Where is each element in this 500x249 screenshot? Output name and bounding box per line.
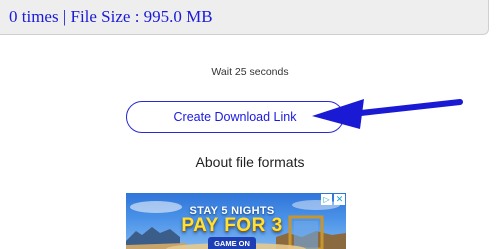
about-file-formats-link[interactable]: About file formats xyxy=(0,154,500,170)
ad-cta-button[interactable]: GAME ON xyxy=(208,237,256,249)
wait-countdown-text: Wait 25 seconds xyxy=(211,66,289,78)
adchoices-icon[interactable]: ▷ xyxy=(321,194,332,205)
pointer-arrow-icon xyxy=(312,99,463,129)
page: 0 times | File Size : 995.0 MB Wait 25 s… xyxy=(0,0,500,249)
ad-headline-line2: PAY FOR 3 xyxy=(181,215,283,236)
file-info-text: 0 times | File Size : 995.0 MB xyxy=(9,7,213,26)
file-info-bar: 0 times | File Size : 995.0 MB xyxy=(0,0,489,35)
close-icon[interactable]: ✕ xyxy=(334,194,345,205)
advertisement-banner[interactable]: STAY 5 NIGHTS PAY FOR 3 GAME ON ▷ ✕ xyxy=(126,193,346,249)
